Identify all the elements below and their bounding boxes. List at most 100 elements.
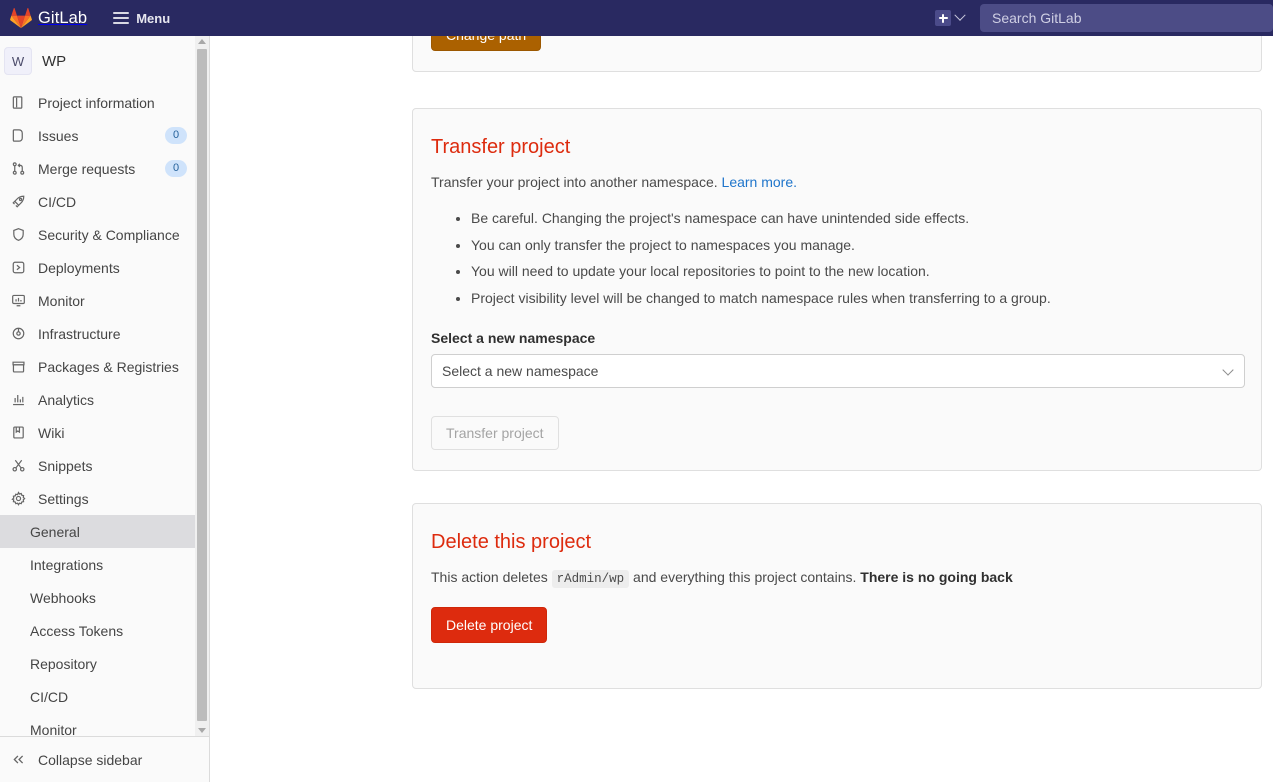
sidebar-label: Wiki xyxy=(38,424,65,441)
namespace-field-label: Select a new namespace xyxy=(431,330,596,347)
create-new-dropdown[interactable] xyxy=(931,7,968,29)
sidebar-sublabel: Access Tokens xyxy=(30,622,124,639)
topbar-right-group xyxy=(931,0,1273,36)
namespace-select[interactable]: Select a new namespace xyxy=(431,354,1245,389)
transfer-description-text: Transfer your project into another names… xyxy=(431,174,718,190)
sidebar-item-issues[interactable]: Issues 0 xyxy=(0,119,209,152)
sidebar-scrollbar[interactable] xyxy=(195,36,209,736)
deployments-icon xyxy=(10,260,26,276)
hamburger-icon xyxy=(113,12,130,24)
merge-requests-count-badge: 0 xyxy=(165,160,187,177)
sidebar-label: CI/CD xyxy=(38,193,77,210)
sidebar-nav-list: Project information Issues 0 Merge reque… xyxy=(0,86,209,736)
sidebar-item-merge-requests[interactable]: Merge requests 0 xyxy=(0,152,209,185)
change-path-button[interactable]: Change path xyxy=(431,36,542,51)
sidebar-sublabel: Repository xyxy=(30,655,97,672)
sidebar-sublabel: Webhooks xyxy=(30,589,96,606)
merge-requests-icon xyxy=(10,161,26,177)
sidebar-sublabel: General xyxy=(30,523,80,540)
project-name: WP xyxy=(42,52,67,70)
delete-description-warning: There is no going back xyxy=(860,569,1013,585)
sidebar-label: Merge requests xyxy=(38,160,136,177)
gitlab-brand-text: GitLab xyxy=(38,8,88,27)
transfer-project-card: Transfer project Transfer your project i… xyxy=(412,108,1262,471)
project-path-code: rAdmin/wp xyxy=(551,570,630,588)
sidebar-label: Deployments xyxy=(38,259,120,276)
sidebar-label: Infrastructure xyxy=(38,325,121,342)
sidebar-label: Issues xyxy=(38,127,79,144)
project-avatar: W xyxy=(4,47,32,75)
infrastructure-icon xyxy=(10,326,26,342)
sidebar-item-security-compliance[interactable]: Security & Compliance xyxy=(0,218,209,251)
sidebar-item-monitor[interactable]: Monitor xyxy=(0,284,209,317)
namespace-select-wrapper: Select a new namespace xyxy=(431,354,1245,389)
sidebar-project-header[interactable]: W WP xyxy=(0,36,209,86)
scroll-down-arrow-icon[interactable] xyxy=(198,728,206,733)
plus-square-icon xyxy=(935,10,951,26)
sidebar-label: Analytics xyxy=(38,391,95,408)
transfer-warning-list: Be careful. Changing the project's names… xyxy=(431,209,1243,308)
sidebar-label: Snippets xyxy=(38,457,93,474)
sidebar-item-deployments[interactable]: Deployments xyxy=(0,251,209,284)
delete-project-button[interactable]: Delete project xyxy=(431,606,548,643)
scroll-up-arrow-icon[interactable] xyxy=(198,39,206,44)
collapse-sidebar-label: Collapse sidebar xyxy=(38,751,143,768)
sidebar-sublabel: Monitor xyxy=(30,721,77,737)
main-menu-button[interactable]: Menu xyxy=(107,6,176,31)
issues-count-badge: 0 xyxy=(165,127,187,144)
snippet-icon xyxy=(10,458,26,474)
sidebar-sublabel: CI/CD xyxy=(30,688,69,705)
top-navigation-bar: GitLab Menu xyxy=(0,0,1273,36)
change-path-card: Change path xyxy=(412,36,1262,72)
gitlab-logo-icon xyxy=(10,7,32,29)
sidebar-subitem-repository[interactable]: Repository xyxy=(0,647,209,680)
chevron-down-icon xyxy=(954,9,966,21)
search-input[interactable] xyxy=(980,4,1273,32)
delete-project-title: Delete this project xyxy=(431,531,592,553)
sidebar-subitem-webhooks[interactable]: Webhooks xyxy=(0,581,209,614)
monitor-icon xyxy=(10,293,26,309)
chevron-double-left-icon xyxy=(10,752,26,768)
gitlab-home-link[interactable]: GitLab xyxy=(0,0,87,36)
sidebar-sublabel: Integrations xyxy=(30,556,104,573)
sidebar-label: Security & Compliance xyxy=(38,226,180,243)
delete-description-prefix: This action deletes xyxy=(431,569,548,585)
delete-project-description: This action deletes rAdmin/wp and everyt… xyxy=(431,567,1243,589)
sidebar-subitem-monitor[interactable]: Monitor xyxy=(0,713,209,737)
scrollbar-thumb[interactable] xyxy=(197,49,207,721)
sidebar-item-infrastructure[interactable]: Infrastructure xyxy=(0,317,209,350)
gear-icon xyxy=(10,491,26,507)
list-item: Be careful. Changing the project's names… xyxy=(471,209,1243,229)
sidebar-item-packages-registries[interactable]: Packages & Registries xyxy=(0,350,209,383)
shield-icon xyxy=(10,227,26,243)
sidebar-scroll-area: W WP Project information Issues 0 Merge … xyxy=(0,36,209,736)
list-item: You will need to update your local repos… xyxy=(471,262,1243,282)
book-icon xyxy=(10,425,26,441)
transfer-project-description: Transfer your project into another names… xyxy=(431,172,1243,193)
sidebar-subitem-general[interactable]: General xyxy=(0,515,209,548)
list-item: You can only transfer the project to nam… xyxy=(471,236,1243,256)
transfer-project-title: Transfer project xyxy=(431,136,571,158)
sidebar-subitem-ci-cd[interactable]: CI/CD xyxy=(0,680,209,713)
transfer-project-button[interactable]: Transfer project xyxy=(431,416,559,451)
issues-icon xyxy=(10,128,26,144)
sidebar-item-settings[interactable]: Settings xyxy=(0,482,209,515)
delete-project-card: Delete this project This action deletes … xyxy=(412,503,1262,689)
sidebar-label: Settings xyxy=(38,490,89,507)
analytics-icon xyxy=(10,392,26,408)
sidebar-subitem-access-tokens[interactable]: Access Tokens xyxy=(0,614,209,647)
transfer-learn-more-link[interactable]: Learn more. xyxy=(722,174,797,190)
project-sidebar: W WP Project information Issues 0 Merge … xyxy=(0,36,210,782)
sidebar-item-snippets[interactable]: Snippets xyxy=(0,449,209,482)
sidebar-label: Monitor xyxy=(38,292,85,309)
sidebar-item-ci-cd[interactable]: CI/CD xyxy=(0,185,209,218)
sidebar-item-project-information[interactable]: Project information xyxy=(0,86,209,119)
collapse-sidebar-button[interactable]: Collapse sidebar xyxy=(0,736,209,782)
delete-description-middle: and everything this project contains. xyxy=(633,569,857,585)
package-icon xyxy=(10,359,26,375)
sidebar-item-wiki[interactable]: Wiki xyxy=(0,416,209,449)
sidebar-item-analytics[interactable]: Analytics xyxy=(0,383,209,416)
project-information-icon xyxy=(10,95,26,111)
sidebar-label: Project information xyxy=(38,94,155,111)
sidebar-subitem-integrations[interactable]: Integrations xyxy=(0,548,209,581)
